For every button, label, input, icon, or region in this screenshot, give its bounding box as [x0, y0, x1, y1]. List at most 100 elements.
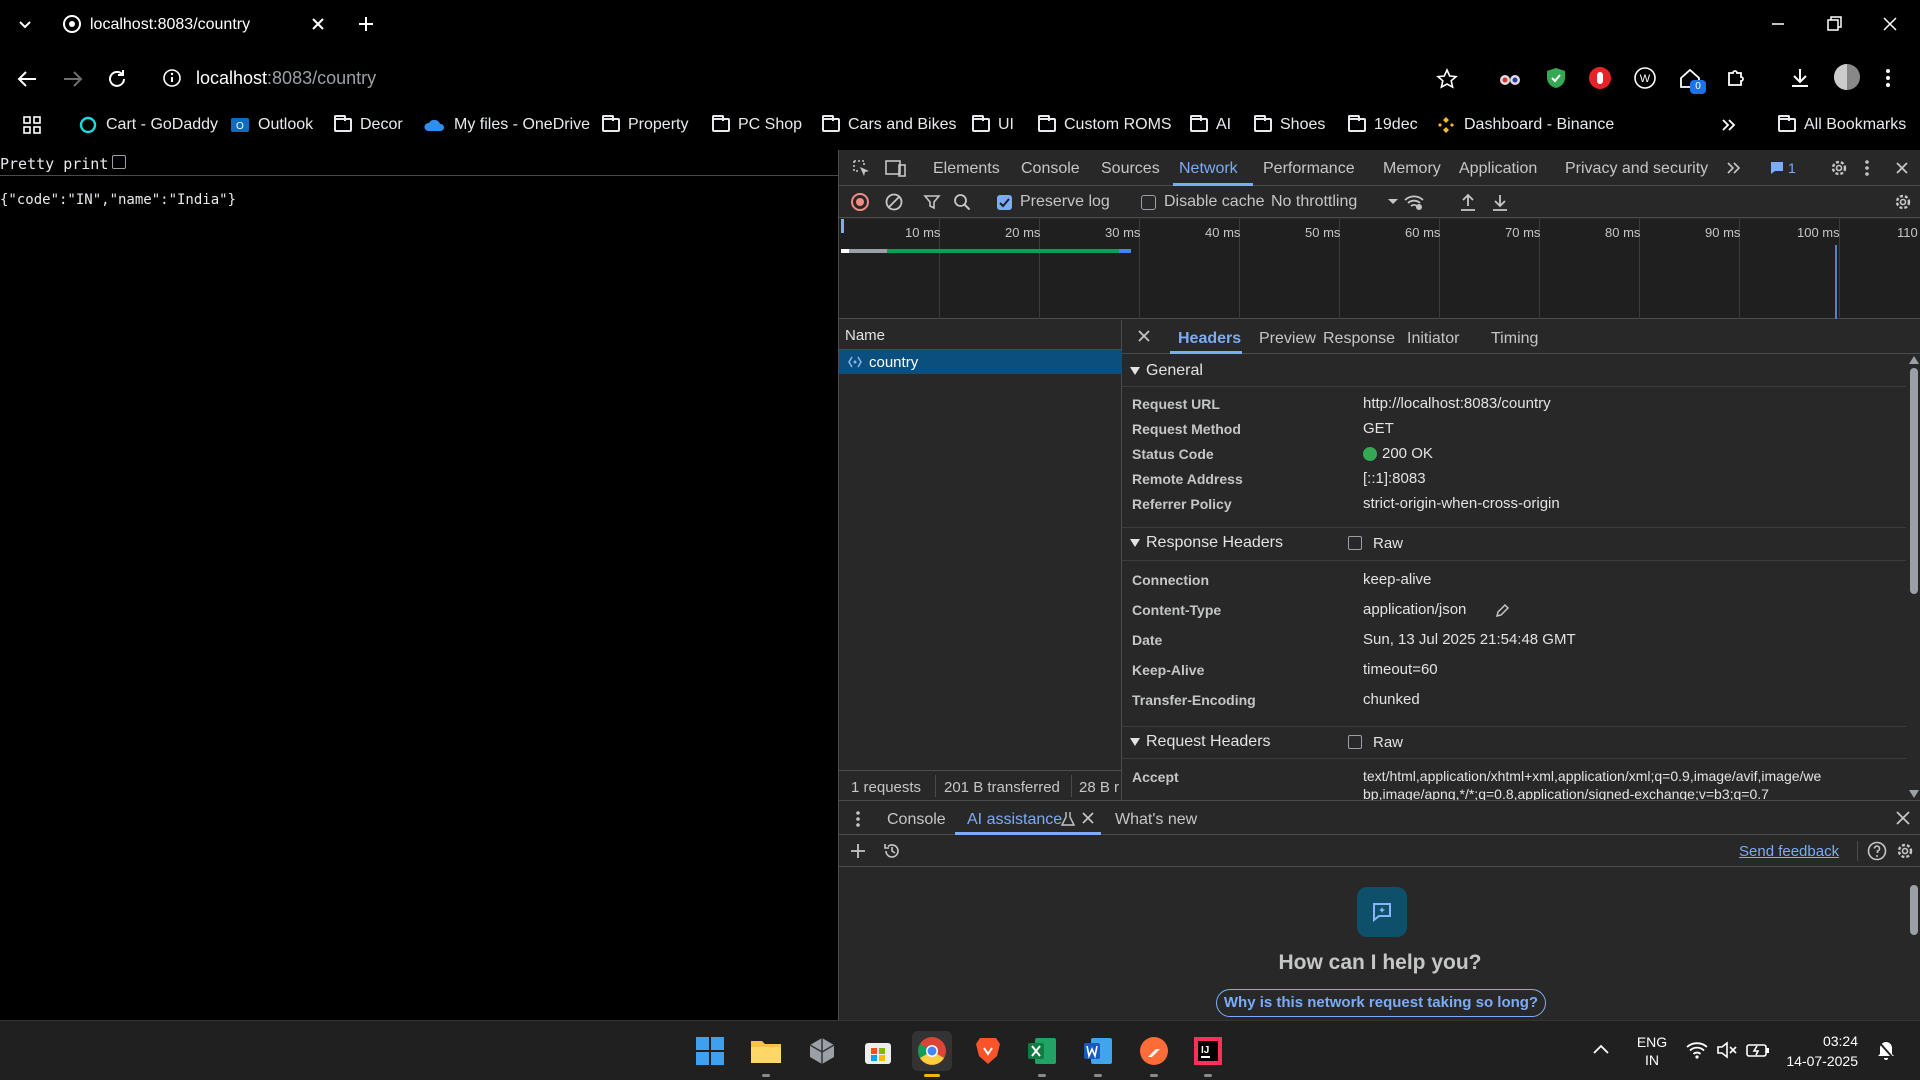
- all-bookmarks[interactable]: All Bookmarks: [1778, 113, 1906, 137]
- drawer-tab-console[interactable]: Console: [887, 811, 946, 829]
- tab-privacy-and-security[interactable]: Privacy and security: [1565, 160, 1708, 178]
- tray-chevron-up-icon[interactable]: [1592, 1043, 1610, 1055]
- volume-muted-icon[interactable]: [1716, 1041, 1738, 1059]
- excel-icon[interactable]: [1022, 1031, 1062, 1077]
- disable-cache-checkbox[interactable]: [1141, 194, 1156, 210]
- tab-console[interactable]: Console: [1021, 160, 1080, 178]
- windows-start-icon[interactable]: [690, 1031, 730, 1071]
- language-indicator[interactable]: ENG IN: [1636, 1033, 1668, 1069]
- import-har-icon[interactable]: [1459, 192, 1477, 212]
- drawer-scrollbar-thumb[interactable]: [1910, 885, 1918, 935]
- bookmark-outlook[interactable]: O Outlook: [230, 113, 313, 137]
- brave-icon[interactable]: [968, 1031, 1008, 1071]
- edit-pencil-icon[interactable]: [1494, 603, 1510, 619]
- close-tab-icon[interactable]: [308, 14, 328, 34]
- extension-home-icon[interactable]: 0: [1678, 66, 1706, 94]
- scroll-down-icon[interactable]: [1909, 790, 1919, 798]
- network-overview-timeline[interactable]: 10 ms 20 ms 30 ms 40 ms 50 ms 60 ms 70 m…: [839, 219, 1920, 319]
- clear-icon[interactable]: [885, 193, 903, 211]
- browser-tab[interactable]: localhost:8083/country: [48, 6, 346, 44]
- help-icon[interactable]: [1867, 841, 1887, 861]
- devtools-menu-icon[interactable]: [1863, 158, 1871, 178]
- wifi-icon[interactable]: [1686, 1041, 1708, 1059]
- word-icon[interactable]: [1078, 1031, 1118, 1077]
- notification-bell-icon[interactable]: [1876, 1039, 1896, 1061]
- search-icon[interactable]: [953, 193, 971, 211]
- tab-timing[interactable]: Timing: [1491, 330, 1538, 348]
- extension-glasses-icon[interactable]: [1498, 67, 1522, 91]
- bookmarks-overflow-icon[interactable]: [1720, 113, 1736, 137]
- forward-icon[interactable]: [62, 68, 84, 90]
- general-section-header[interactable]: General: [1122, 356, 1906, 386]
- drawer-scrollbar[interactable]: [1907, 867, 1920, 1021]
- minimize-icon[interactable]: [1768, 14, 1788, 34]
- tab-sources[interactable]: Sources: [1101, 160, 1160, 178]
- bookmark-decor[interactable]: Decor: [334, 113, 403, 137]
- postman-icon[interactable]: [1134, 1031, 1174, 1077]
- bookmark-ui[interactable]: UI: [972, 113, 1014, 137]
- microsoft-store-icon[interactable]: [858, 1031, 898, 1071]
- preserve-log-toggle[interactable]: Preserve log: [997, 193, 1110, 211]
- inspect-element-icon[interactable]: [851, 158, 871, 178]
- bookmark-cars-and-bikes[interactable]: Cars and Bikes: [822, 113, 957, 137]
- send-feedback-link[interactable]: Send feedback: [1739, 843, 1839, 860]
- bookmark-custom-roms[interactable]: Custom ROMS: [1038, 113, 1172, 137]
- throttling-select[interactable]: No throttling: [1271, 193, 1399, 211]
- disable-cache-toggle[interactable]: Disable cache: [1141, 193, 1265, 211]
- close-drawer-icon[interactable]: [1895, 810, 1911, 826]
- back-icon[interactable]: [16, 68, 38, 90]
- intellij-icon[interactable]: IJ: [1188, 1031, 1228, 1077]
- extensions-puzzle-icon[interactable]: [1724, 66, 1748, 90]
- bookmark-shoes[interactable]: Shoes: [1254, 113, 1325, 137]
- raw-checkbox[interactable]: [1348, 735, 1362, 749]
- suggestion-chip[interactable]: Why is this network request taking so lo…: [1216, 989, 1546, 1017]
- tab-preview[interactable]: Preview: [1259, 330, 1316, 348]
- preserve-log-checkbox[interactable]: [997, 194, 1012, 210]
- drawer-menu-icon[interactable]: [855, 810, 861, 828]
- more-tabs-icon[interactable]: [1725, 160, 1741, 176]
- tab-elements[interactable]: Elements: [933, 160, 1000, 178]
- reload-icon[interactable]: [106, 68, 128, 90]
- ai-settings-gear-icon[interactable]: [1895, 841, 1915, 861]
- file-explorer-icon[interactable]: [746, 1031, 786, 1077]
- drawer-tab-whats-new[interactable]: What's new: [1115, 811, 1197, 829]
- bookmark-binance[interactable]: Dashboard - Binance: [1436, 113, 1614, 137]
- close-window-icon[interactable]: [1880, 14, 1900, 34]
- app-cube-icon[interactable]: [802, 1031, 842, 1071]
- bookmark-19dec[interactable]: 19dec: [1348, 113, 1418, 137]
- export-har-icon[interactable]: [1491, 192, 1509, 212]
- timeline-start-handle[interactable]: [841, 219, 844, 233]
- new-tab-icon[interactable]: [356, 14, 376, 34]
- response-headers-section-header[interactable]: Response Headers Raw: [1122, 528, 1906, 558]
- address-bar[interactable]: localhost:8083/country: [150, 58, 1420, 98]
- request-headers-section-header[interactable]: Request Headers Raw: [1122, 727, 1906, 757]
- new-chat-plus-icon[interactable]: [849, 842, 867, 860]
- detail-scrollbar[interactable]: [1907, 354, 1920, 800]
- battery-charging-icon[interactable]: [1746, 1041, 1770, 1059]
- tab-response[interactable]: Response: [1323, 330, 1395, 348]
- pretty-print-checkbox[interactable]: [112, 155, 126, 169]
- bookmark-property[interactable]: Property: [602, 113, 688, 137]
- extension-shield-icon[interactable]: [1544, 66, 1568, 90]
- device-toolbar-icon[interactable]: [885, 158, 907, 178]
- scrollbar-thumb[interactable]: [1910, 368, 1918, 594]
- filter-icon[interactable]: [923, 193, 941, 211]
- close-devtools-icon[interactable]: [1893, 159, 1911, 177]
- drawer-tab-ai-assistance[interactable]: AI assistance: [967, 811, 1062, 829]
- profile-avatar[interactable]: [1834, 64, 1860, 90]
- raw-checkbox[interactable]: [1348, 536, 1362, 550]
- network-settings-gear-icon[interactable]: [1893, 192, 1913, 212]
- network-conditions-wifi-icon[interactable]: [1403, 192, 1425, 212]
- history-icon[interactable]: [883, 842, 901, 860]
- site-info-icon[interactable]: [162, 68, 182, 88]
- bookmark-star-icon[interactable]: [1436, 68, 1458, 90]
- bookmark-ai[interactable]: AI: [1190, 113, 1231, 137]
- issues-counter[interactable]: 1: [1769, 160, 1796, 176]
- tab-application[interactable]: Application: [1459, 160, 1537, 178]
- close-ai-tab-icon[interactable]: [1081, 811, 1095, 825]
- bookmark-pc-shop[interactable]: PC Shop: [712, 113, 802, 137]
- request-row-country[interactable]: country: [839, 350, 1122, 374]
- close-detail-icon[interactable]: [1136, 328, 1152, 344]
- record-stop-icon[interactable]: [851, 193, 869, 211]
- tab-search-chevron-icon[interactable]: [16, 16, 34, 34]
